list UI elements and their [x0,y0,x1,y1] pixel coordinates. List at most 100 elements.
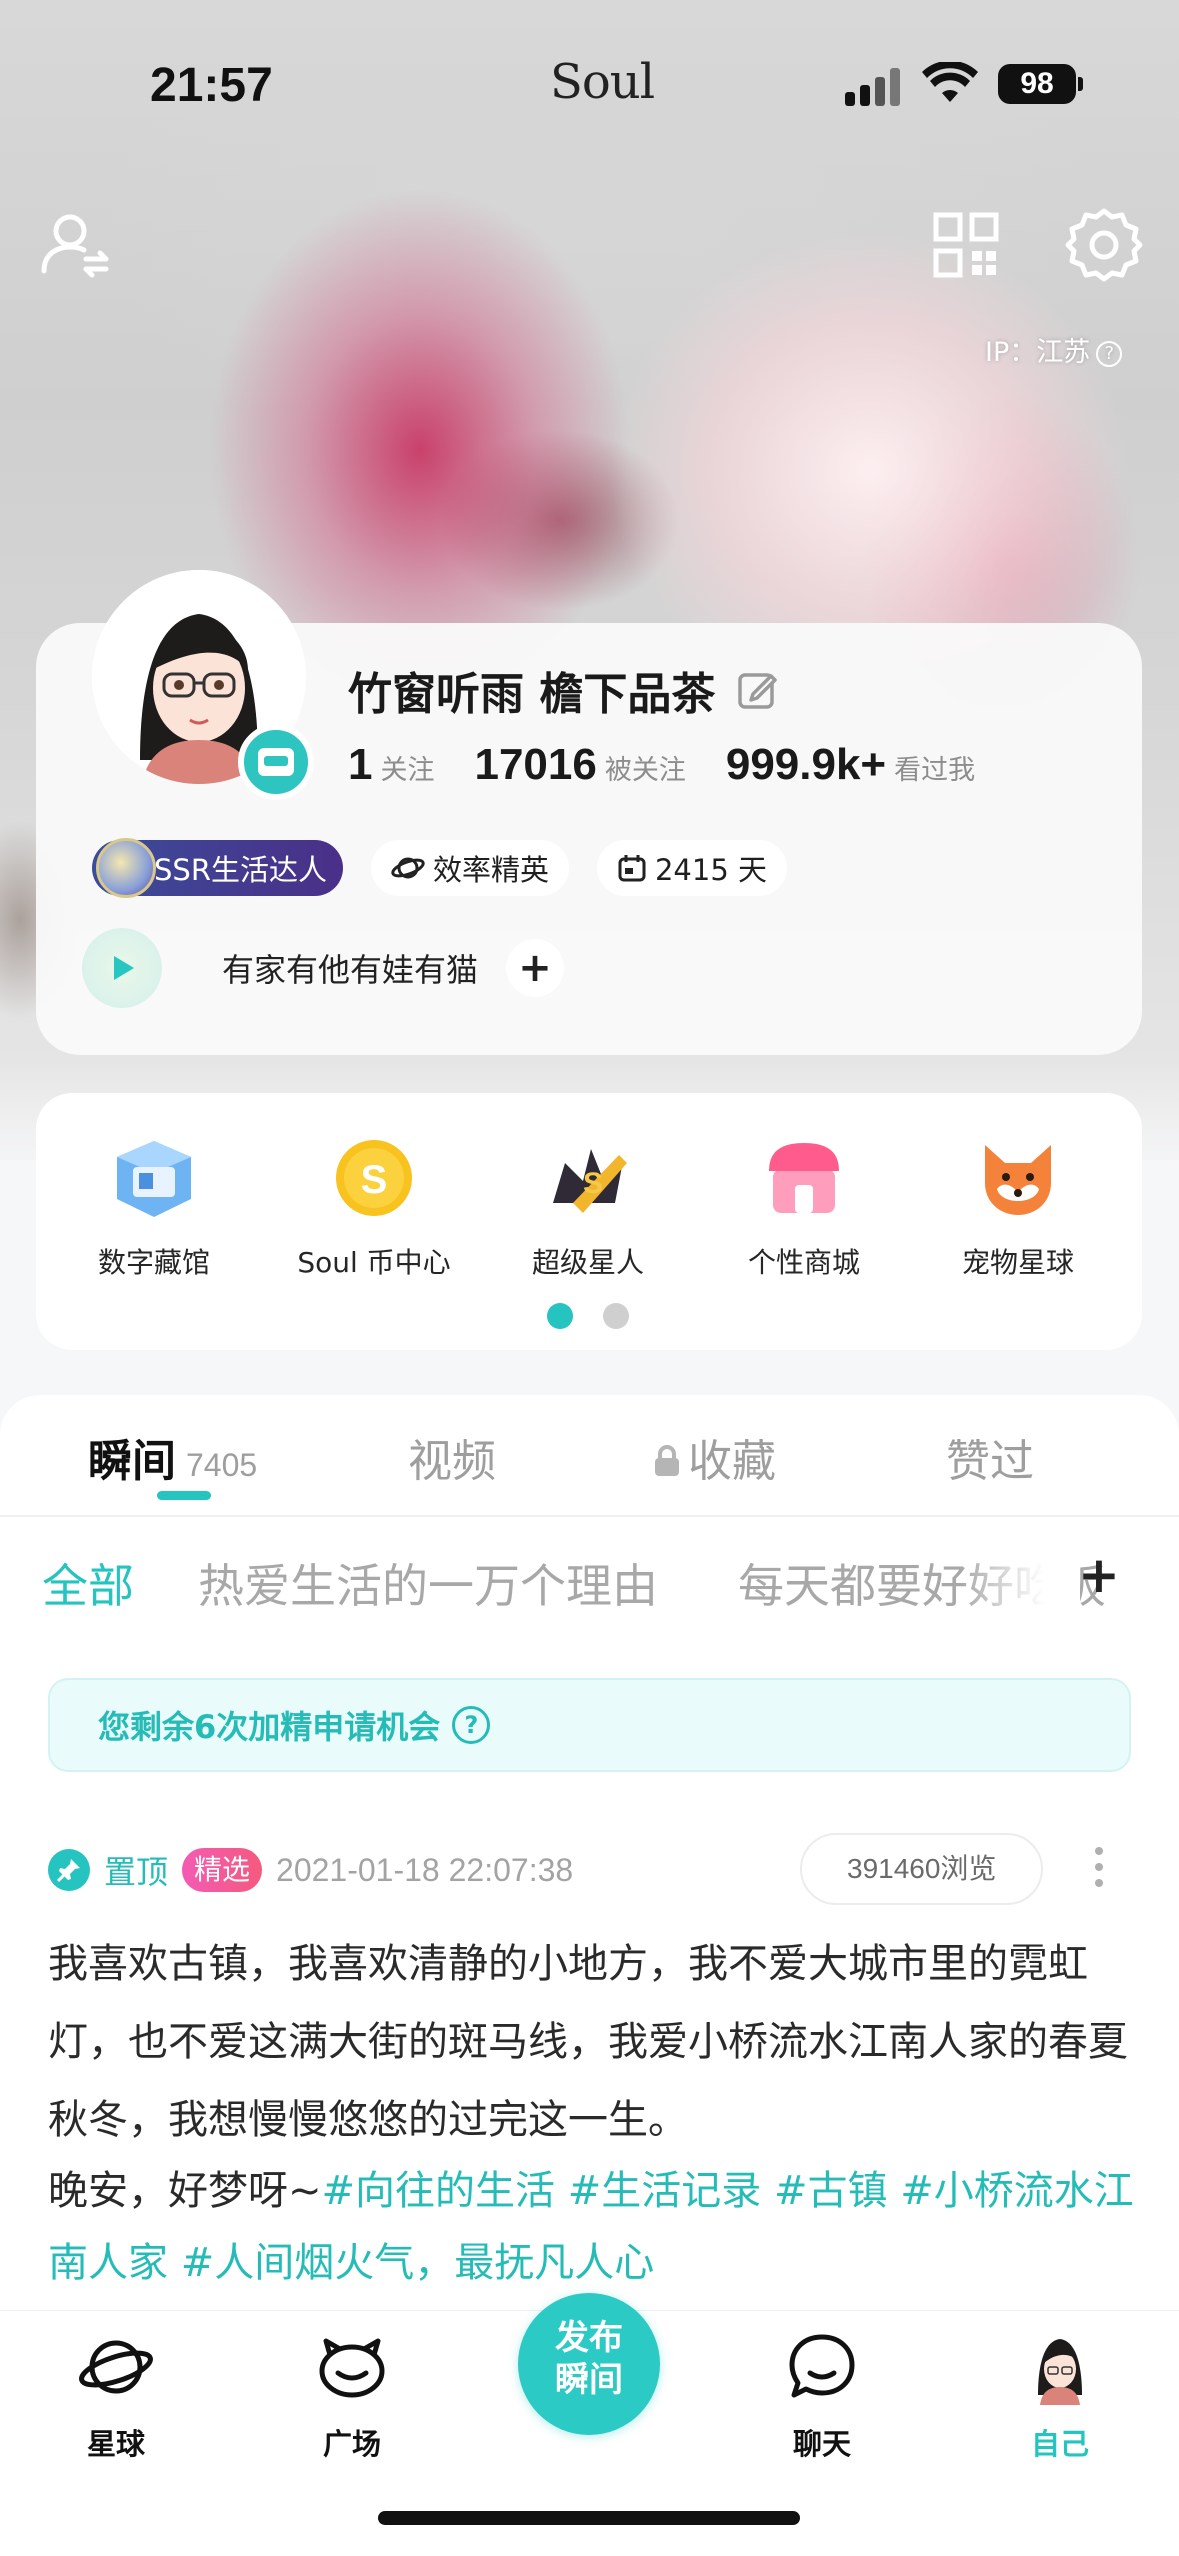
pinned-label: 置顶 [104,1853,169,1891]
post-moment-button[interactable]: 发布 瞬间 [518,2293,660,2435]
qr-code-icon[interactable] [926,205,1006,285]
bottom-navigation: 星球 广场 发布 瞬间 聊天 自己 [0,2293,1179,2556]
nav-square[interactable]: 广场 [272,2329,432,2463]
status-time: 21:57 [150,59,273,112]
profile-stats: 1 关注 17016 被关注 999.9k+ 看过我 [348,740,1015,790]
notice-text: 您剩余6次加精申请机会 [98,1708,441,1746]
planet-icon [79,2340,153,2394]
home-indicator [378,2511,800,2525]
services-page-indicator [547,1303,659,1329]
service-label: 宠物星球 [961,1246,1074,1279]
edit-icon[interactable] [735,668,779,712]
active-tab-indicator [157,1491,211,1500]
category-all[interactable]: 全部 [42,1550,134,1616]
moments-feed: 瞬间 7405 视频 收藏 赞过 全部 热爱生活的一万个理由 每天都要好好吃饭 +… [0,1395,1179,2315]
avatar-icon [1024,2331,1096,2405]
signature-text[interactable]: 有家有他有娃有猫 [222,945,478,991]
badges-row: SSR生活达人 效率精英 2415 天 [92,838,788,898]
days-badge-label: 2415 天 [654,853,768,887]
avatar-status-badge[interactable] [238,724,314,800]
service-label: 个性商城 [747,1246,860,1279]
pin-icon [48,1849,90,1891]
category-item[interactable]: 热爱生活的一万个理由 [198,1550,658,1616]
view-count[interactable]: 391460浏览 [800,1833,1044,1905]
category-filter-row: 全部 热爱生活的一万个理由 每天都要好好吃饭 + [0,1550,1179,1620]
featured-apply-notice[interactable]: 您剩余6次加精申请机会 ? [48,1678,1131,1772]
page-dot[interactable] [603,1303,629,1329]
tab-liked[interactable]: 赞过 [946,1425,1034,1489]
lock-icon [655,1445,679,1476]
add-tag-button[interactable]: + [506,939,565,997]
tab-moments-count: 7405 [186,1447,258,1483]
tab-moments-label: 瞬间 [88,1436,176,1487]
ssr-badge[interactable]: SSR生活达人 [92,838,343,898]
followers-count[interactable]: 17016 [474,740,596,790]
ip-location-text: IP：江苏 [985,337,1091,368]
tab-videos[interactable]: 视频 [408,1425,496,1489]
tabs-divider [0,1515,1179,1517]
planet-ring-icon [391,857,425,879]
service-pet-planet[interactable]: 宠物星球 [918,1133,1118,1281]
visitors-count[interactable]: 999.9k+ [726,740,886,790]
nav-label: 星球 [86,2427,145,2461]
nav-label: 广场 [322,2427,381,2461]
more-options-icon[interactable] [1093,1847,1105,1891]
hashtag[interactable]: #生活记录 [568,2168,762,2214]
robot-icon [258,748,294,776]
settings-gear-icon[interactable] [1064,205,1144,285]
tab-videos-label: 视频 [408,1436,496,1487]
profile-name-row: 竹窗听雨 檐下品茶 [348,660,779,720]
nav-label: 聊天 [792,2427,851,2461]
ssr-medal-icon [96,838,156,898]
profile-name: 竹窗听雨 檐下品茶 [348,669,716,720]
days-badge[interactable]: 2415 天 [596,840,788,896]
page-dot-active[interactable] [547,1303,573,1329]
efficiency-badge[interactable]: 效率精英 [370,840,569,896]
feed-tabs: 瞬间 7405 视频 收藏 赞过 [0,1395,1179,1515]
tab-favorites[interactable]: 收藏 [652,1425,776,1489]
service-super-star[interactable]: S 超级星人 [488,1133,688,1281]
following-label[interactable]: 关注 [380,748,434,787]
square-icon [319,2338,385,2398]
featured-badge: 精选 [182,1848,263,1892]
nav-label: 自己 [1030,2427,1089,2461]
ip-location-label[interactable]: IP：江苏? [985,330,1123,369]
followers-label[interactable]: 被关注 [605,748,686,787]
post-body[interactable]: 我喜欢古镇，我喜欢清静的小地方，我不爱大城市里的霓虹灯，也不爱这满大街的斑马线，… [48,1925,1138,2159]
shop-icon [769,1143,839,1213]
post-tags-line[interactable]: 晚安，好梦呀~#向往的生活 #生活记录 #古镇 #小桥流水江南人家 #人间烟火气… [48,2155,1138,2299]
service-shop[interactable]: 个性商城 [704,1133,904,1281]
services-card: 数字藏馆 S Soul 币中心 S 超级星人 个性商城 宠物星球 [36,1093,1142,1350]
svg-text:S: S [361,1158,388,1202]
service-soul-coin[interactable]: S Soul 币中心 [274,1133,474,1281]
nav-planet[interactable]: 星球 [36,2329,196,2463]
notice-help-icon[interactable]: ? [452,1706,491,1744]
hashtag[interactable]: #向往的生活 [322,2168,556,2214]
signal-icon [845,68,905,106]
post-moment-label-1: 发布 [555,2318,623,2358]
ip-help-icon[interactable]: ? [1096,341,1123,367]
service-label: Soul 币中心 [297,1246,451,1279]
visitors-label[interactable]: 看过我 [894,748,975,787]
nav-chat[interactable]: 聊天 [742,2329,902,2463]
status-app-name: Soul [550,54,655,110]
service-digital-collection[interactable]: 数字藏馆 [54,1133,254,1281]
super-star-icon: S [553,1149,627,1213]
switch-account-icon[interactable] [36,205,116,285]
pet-fox-icon [985,1145,1051,1215]
tab-liked-label: 赞过 [946,1436,1034,1487]
battery-indicator: 98 [998,64,1083,104]
following-count[interactable]: 1 [348,740,372,790]
status-bar: 21:57 Soul 98 [0,40,1179,130]
category-fade [960,1550,1080,1620]
post-timestamp: 2021-01-18 22:07:38 [276,1851,574,1888]
nav-me[interactable]: 自己 [980,2329,1140,2463]
svg-text:S: S [583,1167,603,1200]
calendar-icon [618,855,646,882]
tab-moments[interactable]: 瞬间 7405 [88,1425,257,1489]
hashtag[interactable]: #人间烟火气，最抚凡人心 [181,2240,655,2286]
add-category-button[interactable]: + [1078,1550,1120,1604]
post-moment-label-2: 瞬间 [555,2360,623,2400]
voice-intro-play-button[interactable] [82,928,162,1008]
hashtag[interactable]: #古镇 [774,2168,888,2214]
